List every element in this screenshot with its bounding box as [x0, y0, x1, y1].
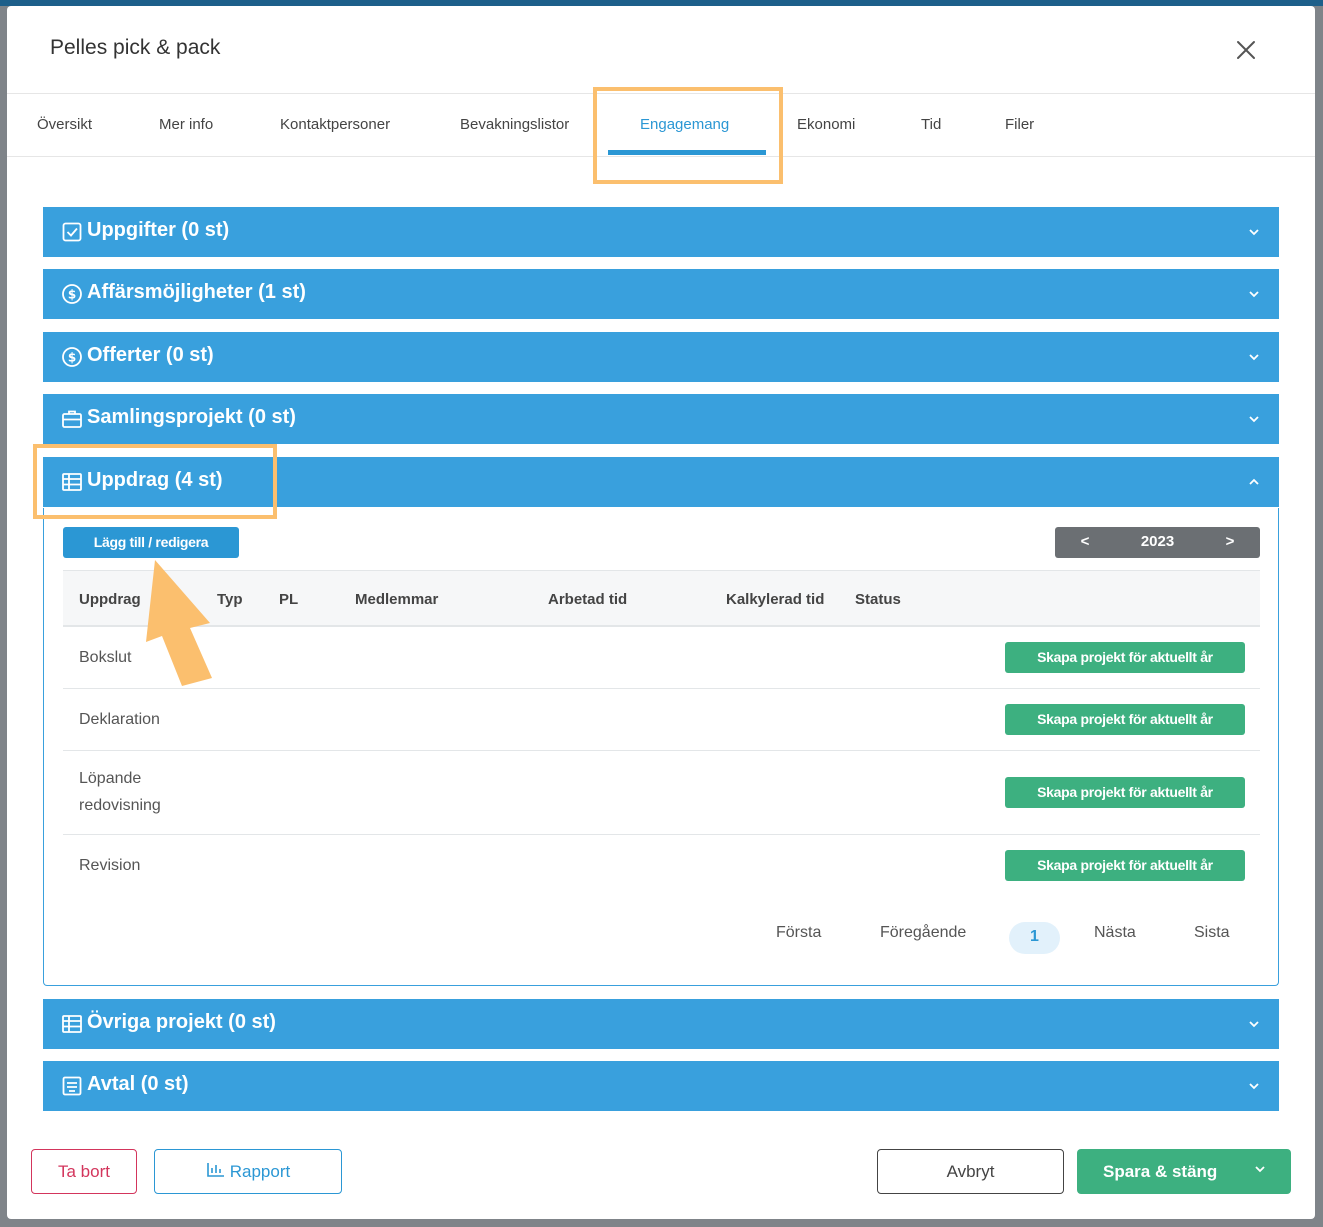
pagination-last[interactable]: Sista	[1194, 924, 1230, 942]
report-button[interactable]: Rapport	[154, 1149, 342, 1194]
column-header[interactable]: Medlemmar	[355, 591, 438, 608]
column-header[interactable]: PL	[279, 591, 298, 608]
section-title: Samlingsprojekt (0 st)	[87, 406, 296, 428]
row-name: Revision	[79, 857, 141, 874]
table-row: Revision Skapa projekt för aktuellt år	[63, 835, 1260, 897]
section-offerter[interactable]: $ Offerter (0 st)	[43, 332, 1279, 382]
section-title: Affärsmöjligheter (1 st)	[87, 281, 306, 303]
row-name: Deklaration	[79, 711, 160, 728]
uppdrag-table: Uppdrag Typ PL Medlemmar Arbetad tid Kal…	[63, 570, 1260, 897]
section-title: Uppdrag (4 st)	[87, 469, 223, 491]
chevron-down-icon	[1249, 416, 1259, 423]
table-header: Uppdrag Typ PL Medlemmar Arbetad tid Kal…	[63, 570, 1260, 627]
svg-text:$: $	[68, 288, 76, 302]
dollar-circle-icon: $	[62, 347, 82, 367]
chevron-down-icon	[1249, 1021, 1259, 1028]
tab-engagemang[interactable]: Engagemang	[640, 116, 729, 133]
column-header[interactable]: Status	[855, 591, 901, 608]
save-close-button[interactable]: Spara & stäng	[1077, 1149, 1291, 1194]
document-icon	[62, 1076, 82, 1096]
tab-oversikt[interactable]: Översikt	[37, 116, 92, 133]
tab-filer[interactable]: Filer	[1005, 116, 1034, 133]
uppdrag-panel: Lägg till / redigera < 2023 > Uppdrag Ty…	[43, 508, 1279, 986]
year-selector: < 2023 >	[1055, 527, 1260, 558]
section-affarsmojligheter[interactable]: $ Affärsmöjligheter (1 st)	[43, 269, 1279, 319]
chevron-down-icon[interactable]	[1253, 1162, 1267, 1176]
chevron-down-icon	[1249, 229, 1259, 236]
close-icon[interactable]	[1235, 39, 1257, 61]
modal-title: Pelles pick & pack	[50, 36, 221, 59]
report-label: Rapport	[229, 1162, 291, 1181]
pagination-prev[interactable]: Föregående	[880, 924, 966, 942]
section-samlingsprojekt[interactable]: Samlingsprojekt (0 st)	[43, 394, 1279, 444]
tab-bar: Översikt Mer info Kontaktpersoner Bevakn…	[7, 94, 1315, 157]
row-name: Bokslut	[79, 649, 132, 666]
table-row: Deklaration Skapa projekt för aktuellt å…	[63, 689, 1260, 751]
section-uppgifter[interactable]: Uppgifter (0 st)	[43, 207, 1279, 257]
section-title: Avtal (0 st)	[87, 1073, 189, 1095]
pagination-current[interactable]: 1	[1009, 922, 1060, 954]
table-row: Bokslut Skapa projekt för aktuellt år	[63, 627, 1260, 689]
delete-button[interactable]: Ta bort	[31, 1149, 137, 1194]
section-ovriga-projekt[interactable]: Övriga projekt (0 st)	[43, 999, 1279, 1049]
column-header[interactable]: Typ	[217, 591, 243, 608]
tab-ekonomi[interactable]: Ekonomi	[797, 116, 855, 133]
modal-header: Pelles pick & pack	[7, 6, 1315, 94]
active-tab-indicator	[608, 150, 766, 155]
pagination-first[interactable]: Första	[776, 924, 821, 942]
add-edit-button[interactable]: Lägg till / redigera	[63, 527, 239, 558]
section-title: Offerter (0 st)	[87, 344, 214, 366]
tab-mer-info[interactable]: Mer info	[159, 116, 213, 133]
chevron-up-icon	[1249, 478, 1259, 485]
pointer-arrow-icon	[146, 560, 212, 686]
chevron-down-icon	[1249, 1083, 1259, 1090]
create-project-button[interactable]: Skapa projekt för aktuellt år	[1005, 850, 1245, 881]
table-row: Löpande redovisning Skapa projekt för ak…	[63, 751, 1260, 835]
row-name: Löpande redovisning	[79, 770, 161, 814]
dollar-circle-icon: $	[62, 284, 82, 304]
table-icon	[62, 1015, 82, 1033]
create-project-button[interactable]: Skapa projekt för aktuellt år	[1005, 704, 1245, 735]
tab-bevakningslistor[interactable]: Bevakningslistor	[460, 116, 569, 133]
tab-kontaktpersoner[interactable]: Kontaktpersoner	[280, 116, 390, 133]
section-avtal[interactable]: Avtal (0 st)	[43, 1061, 1279, 1111]
checkbox-icon	[62, 222, 82, 242]
section-title: Övriga projekt (0 st)	[87, 1011, 276, 1033]
chevron-down-icon	[1249, 291, 1259, 298]
cancel-button[interactable]: Avbryt	[877, 1149, 1064, 1194]
column-header[interactable]: Uppdrag	[79, 591, 141, 608]
tab-tid[interactable]: Tid	[921, 116, 941, 133]
bar-chart-icon	[206, 1163, 224, 1177]
save-label: Spara & stäng	[1103, 1162, 1218, 1181]
svg-text:$: $	[68, 351, 76, 365]
column-header[interactable]: Arbetad tid	[548, 591, 627, 608]
create-project-button[interactable]: Skapa projekt för aktuellt år	[1005, 642, 1245, 673]
chevron-down-icon	[1249, 354, 1259, 361]
pagination-next[interactable]: Nästa	[1094, 924, 1136, 942]
briefcase-icon	[62, 410, 82, 428]
column-header[interactable]: Kalkylerad tid	[726, 591, 824, 608]
section-title: Uppgifter (0 st)	[87, 219, 230, 241]
table-icon	[62, 473, 82, 491]
create-project-button[interactable]: Skapa projekt för aktuellt år	[1005, 777, 1245, 808]
section-uppdrag[interactable]: Uppdrag (4 st)	[43, 457, 1279, 507]
year-next-button[interactable]: >	[1215, 533, 1245, 550]
